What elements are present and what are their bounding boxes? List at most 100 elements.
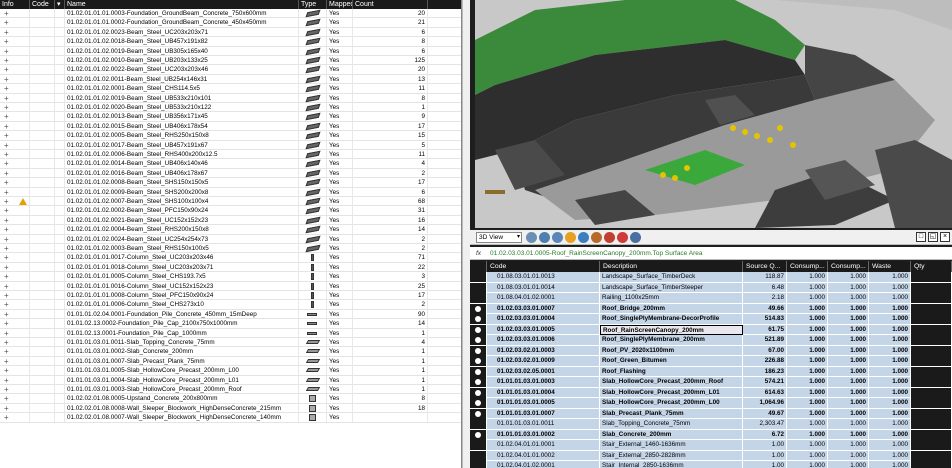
row-consumption-2[interactable]: 1.000: [828, 461, 869, 468]
row-consumption-2[interactable]: 1.000: [828, 324, 869, 335]
row-selector[interactable]: [470, 272, 487, 282]
row-qty[interactable]: [911, 272, 952, 282]
quantity-row[interactable]: 01.02.03.02.01.0009 Roof_Green_Bitumen 226…: [470, 356, 952, 367]
row-consumption-1[interactable]: 1.000: [787, 272, 828, 282]
quantity-row[interactable]: 01.08.03.01.01.0013 Landscape_Surface_Tim…: [470, 272, 952, 283]
row-qty[interactable]: [911, 408, 952, 419]
row-description[interactable]: Roof_Flashing: [600, 366, 743, 377]
element-row[interactable]: +01.02.01.01.02.0016-Beam_Steel_UB406x17…: [0, 168, 461, 179]
expand-icon[interactable]: +: [4, 263, 9, 272]
row-description[interactable]: Slab_Concrete_200mm: [600, 429, 743, 440]
element-row[interactable]: +01.01.01.03.01.0005-Slab_HollowCore_Pre…: [0, 366, 461, 376]
row-info-cell[interactable]: +: [0, 319, 30, 329]
quantity-row[interactable]: 01.02.03.03.01.0005 Roof_RainScreenCanopy…: [470, 324, 952, 335]
row-description[interactable]: Roof_Bridge_200mm: [600, 303, 743, 314]
row-info-cell[interactable]: +: [0, 328, 30, 338]
row-info-cell[interactable]: +: [0, 131, 30, 141]
row-code[interactable]: 01.02.03.03.01.0007: [487, 303, 600, 314]
row-selector[interactable]: [470, 387, 487, 398]
row-selector[interactable]: [470, 419, 487, 429]
element-row[interactable]: +01.02.01.01.02.0010-Beam_Steel_UB203x13…: [0, 56, 461, 66]
row-qty[interactable]: [911, 356, 952, 366]
row-consumption-2[interactable]: 1.000: [828, 419, 869, 429]
element-row[interactable]: +01.02.01.01.01.0006-Column_Steel_CHS273…: [0, 300, 461, 310]
expand-icon[interactable]: +: [4, 122, 9, 131]
element-row[interactable]: +01.02.01.01.01.0002-Foundation_GroundBe…: [0, 18, 461, 28]
row-info-cell[interactable]: +: [0, 300, 30, 310]
row-waste[interactable]: 1.000: [869, 408, 911, 419]
expand-icon[interactable]: +: [4, 376, 9, 385]
col-header-qty[interactable]: Qty: [911, 261, 952, 272]
col-header-consumption-2[interactable]: Consump...: [828, 261, 869, 272]
row-info-cell[interactable]: +: [0, 93, 30, 103]
expand-icon[interactable]: +: [4, 404, 9, 413]
element-row[interactable]: +01.02.01.01.02.0013-Beam_Steel_UB356x17…: [0, 112, 461, 122]
row-qty[interactable]: [911, 293, 952, 303]
row-qty[interactable]: [911, 440, 952, 450]
expand-icon[interactable]: +: [4, 216, 9, 225]
element-row[interactable]: +01.02.01.01.01.0018-Column_Steel_UC203x…: [0, 262, 461, 273]
row-selector[interactable]: [470, 282, 487, 293]
col-header-source-qty[interactable]: Source Q...: [743, 261, 787, 272]
row-source-qty[interactable]: 49.66: [743, 303, 787, 314]
row-info-cell[interactable]: +: [0, 338, 30, 347]
row-selector[interactable]: [470, 408, 487, 419]
row-waste[interactable]: 1.000: [869, 440, 911, 450]
expand-icon[interactable]: +: [4, 225, 9, 234]
row-consumption-2[interactable]: 1.000: [828, 377, 869, 387]
expand-icon[interactable]: +: [4, 9, 9, 18]
row-qty[interactable]: [911, 282, 952, 293]
element-row[interactable]: +01.02.01.01.02.0003-Beam_Steel_RHS150x1…: [0, 244, 461, 254]
row-waste[interactable]: 1.000: [869, 324, 911, 335]
row-description[interactable]: Stair_External_2850-2828mm: [600, 450, 743, 461]
expand-icon[interactable]: +: [4, 291, 9, 300]
element-row[interactable]: +01.02.01.01.01.0017-Column_Steel_UC203x…: [0, 253, 461, 263]
row-description[interactable]: Slab_Topping_Concrete_75mm: [600, 419, 743, 429]
row-consumption-1[interactable]: 1.000: [787, 366, 828, 377]
row-consumption-1[interactable]: 1.000: [787, 429, 828, 440]
element-row[interactable]: +01.02.01.01.02.0020-Beam_Steel_UB533x21…: [0, 103, 461, 113]
row-description[interactable]: Stair_External_1460-1636mm: [600, 440, 743, 450]
row-selector[interactable]: [470, 450, 487, 461]
row-consumption-1[interactable]: 1.000: [787, 356, 828, 366]
row-qty[interactable]: [911, 461, 952, 468]
row-info-cell[interactable]: +: [0, 103, 30, 112]
expand-icon[interactable]: +: [4, 300, 9, 309]
row-consumption-2[interactable]: 1.000: [828, 293, 869, 303]
row-source-qty[interactable]: 2.18: [743, 293, 787, 303]
row-consumption-2[interactable]: 1.000: [828, 282, 869, 293]
row-selector[interactable]: [470, 356, 487, 366]
row-selector[interactable]: [470, 293, 487, 303]
row-consumption-1[interactable]: 1.000: [787, 387, 828, 398]
row-waste[interactable]: 1.000: [869, 293, 911, 303]
row-selector[interactable]: [470, 377, 487, 387]
row-selector[interactable]: [470, 429, 487, 440]
row-info-cell[interactable]: +: [0, 225, 30, 235]
row-info-cell[interactable]: +: [0, 178, 30, 188]
row-description[interactable]: Slab_HollowCore_Precast_200mm_L01: [600, 387, 743, 398]
col-header-code[interactable]: Code: [487, 261, 600, 272]
expand-icon[interactable]: +: [4, 347, 9, 356]
element-row[interactable]: +01.02.01.01.02.0007-Beam_Steel_SHS100x1…: [0, 197, 461, 207]
row-consumption-2[interactable]: 1.000: [828, 345, 869, 356]
row-consumption-2[interactable]: 1.000: [828, 335, 869, 345]
row-info-cell[interactable]: +: [0, 46, 30, 56]
row-selector[interactable]: [470, 440, 487, 450]
row-info-cell[interactable]: +: [0, 375, 30, 385]
row-code[interactable]: 01.01.01.03.01.0002: [487, 429, 600, 440]
row-consumption-2[interactable]: 1.000: [828, 408, 869, 419]
row-source-qty[interactable]: 514.83: [743, 314, 787, 324]
row-code[interactable]: 01.02.03.02.05.0001: [487, 366, 600, 377]
row-source-qty[interactable]: 186.23: [743, 366, 787, 377]
left-scrollbar[interactable]: [462, 0, 470, 468]
row-qty[interactable]: [911, 429, 952, 440]
row-description[interactable]: Railing_1100x25mm: [600, 293, 743, 303]
row-info-cell[interactable]: +: [0, 262, 30, 272]
expand-icon[interactable]: +: [4, 394, 9, 403]
element-row[interactable]: +01.01.01.03.01.0011-Slab_Topping_Concre…: [0, 338, 461, 348]
row-code[interactable]: 01.02.03.02.01.0009: [487, 356, 600, 366]
quantity-row[interactable]: 01.02.04.01.01.0001 Stair_External_1460-1…: [470, 440, 952, 451]
element-row[interactable]: +01.02.01.01.01.0005-Column_Steel_CHS193…: [0, 272, 461, 282]
zoom-out-icon[interactable]: [552, 232, 563, 243]
row-waste[interactable]: 1.000: [869, 398, 911, 408]
